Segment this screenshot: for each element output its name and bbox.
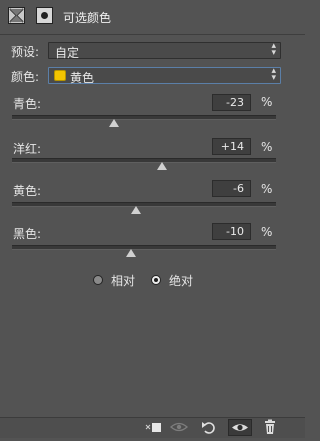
properties-panel: 可选颜色 预设: 自定 ▴ ▾ 颜色: 黄色 ▴ ▾ 青色: -23 % 洋红: +… (0, 0, 305, 438)
cyan-value-field[interactable]: -23 (212, 94, 251, 111)
select-arrows-icon: ▴ ▾ (271, 66, 276, 83)
magenta-label: 洋红: (13, 142, 42, 156)
adjustment-layer-icon[interactable] (8, 7, 25, 24)
cyan-label: 青色: (13, 97, 42, 111)
preset-label: 预设: (11, 45, 40, 59)
colors-value: 黄色 (70, 71, 95, 85)
cyan-value: -23 (226, 96, 244, 109)
absolute-radio[interactable] (151, 275, 161, 285)
black-label: 黑色: (13, 227, 42, 241)
absolute-label[interactable]: 绝对 (169, 272, 193, 289)
magenta-value: +14 (220, 140, 244, 153)
black-percent: % (261, 225, 273, 239)
reset-icon[interactable] (199, 419, 219, 436)
magenta-slider-thumb[interactable] (157, 162, 168, 170)
yellow-slider-track[interactable] (12, 202, 276, 207)
panel-title: 可选颜色 (63, 11, 112, 25)
panel-footer (0, 417, 305, 438)
cyan-slider-track[interactable] (12, 115, 276, 120)
black-slider-thumb[interactable] (125, 249, 136, 257)
relative-radio[interactable] (93, 275, 103, 285)
trash-icon[interactable] (260, 419, 280, 436)
relative-label[interactable]: 相对 (111, 272, 135, 289)
yellow-value-field[interactable]: -6 (212, 180, 251, 197)
yellow-slider-thumb[interactable] (131, 206, 142, 214)
colors-label: 颜色: (11, 70, 40, 84)
magenta-slider-track[interactable] (12, 158, 276, 163)
preset-select[interactable]: 自定 ▴ ▾ (48, 41, 281, 60)
colors-select[interactable]: 黄色 ▴ ▾ (48, 66, 281, 85)
cyan-slider-thumb[interactable] (108, 119, 119, 127)
magenta-value-field[interactable]: +14 (212, 138, 251, 155)
yellow-value: -6 (233, 182, 244, 195)
cyan-percent: % (261, 95, 273, 109)
panel-header: 可选颜色 (0, 0, 305, 36)
yellow-percent: % (261, 182, 273, 196)
preset-value: 自定 (55, 46, 80, 60)
black-value-field[interactable]: -10 (212, 223, 251, 240)
layer-mask-icon[interactable] (36, 7, 53, 24)
black-value: -10 (226, 225, 244, 238)
magenta-percent: % (261, 140, 273, 154)
view-previous-state-icon[interactable] (168, 419, 190, 436)
clip-to-layer-icon[interactable] (143, 419, 163, 436)
header-divider (0, 34, 305, 35)
color-swatch (54, 70, 66, 81)
select-arrows-icon: ▴ ▾ (271, 41, 276, 58)
yellow-label: 黄色: (13, 184, 42, 198)
black-slider-track[interactable] (12, 245, 276, 250)
visibility-eye-icon[interactable] (228, 419, 252, 436)
